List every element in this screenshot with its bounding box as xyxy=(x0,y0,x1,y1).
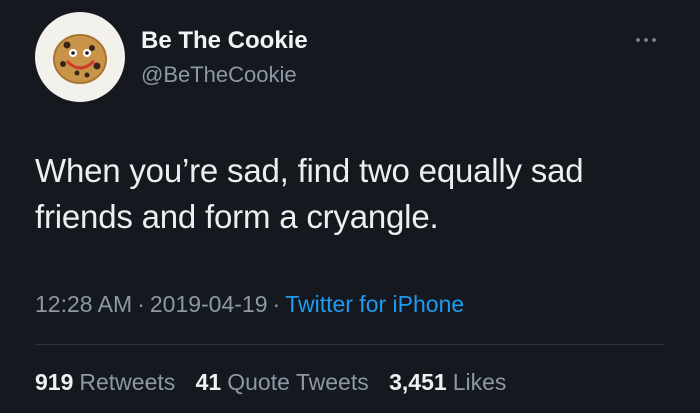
tweet-source-link[interactable]: Twitter for iPhone xyxy=(285,291,464,317)
avatar[interactable] xyxy=(35,12,125,102)
tweet-date[interactable]: 2019-04-19 xyxy=(150,291,268,317)
retweets-label: Retweets xyxy=(79,369,176,395)
quote-tweets-stat[interactable]: 41 Quote Tweets xyxy=(196,369,369,395)
tweet-text: When you’re sad, find two equally sad fr… xyxy=(35,152,584,235)
tweet-card: Be The Cookie @BeTheCookie When you’re s… xyxy=(0,0,700,413)
engagement-stats: 919 Retweets 41 Quote Tweets 3,451 Likes xyxy=(35,369,520,396)
retweets-count: 919 xyxy=(35,369,74,395)
quotes-label: Quote Tweets xyxy=(227,369,369,395)
likes-count: 3,451 xyxy=(389,369,447,395)
meta-separator: · xyxy=(272,291,281,317)
likes-stat[interactable]: 3,451 Likes xyxy=(389,369,506,395)
retweets-stat[interactable]: 919 Retweets xyxy=(35,369,175,395)
smiling-cookie-icon xyxy=(53,34,107,84)
author-handle[interactable]: @BeTheCookie xyxy=(141,62,297,88)
divider xyxy=(35,344,665,345)
author-display-name[interactable]: Be The Cookie xyxy=(141,27,308,55)
meta-separator: · xyxy=(137,291,145,317)
quotes-count: 41 xyxy=(195,369,222,395)
likes-label: Likes xyxy=(452,369,507,395)
tweet-time[interactable]: 12:28 AM xyxy=(35,291,132,317)
more-options-icon[interactable] xyxy=(634,35,658,45)
tweet-metadata: 12:28 AM · 2019-04-19 · Twitter for iPhone xyxy=(35,291,464,318)
